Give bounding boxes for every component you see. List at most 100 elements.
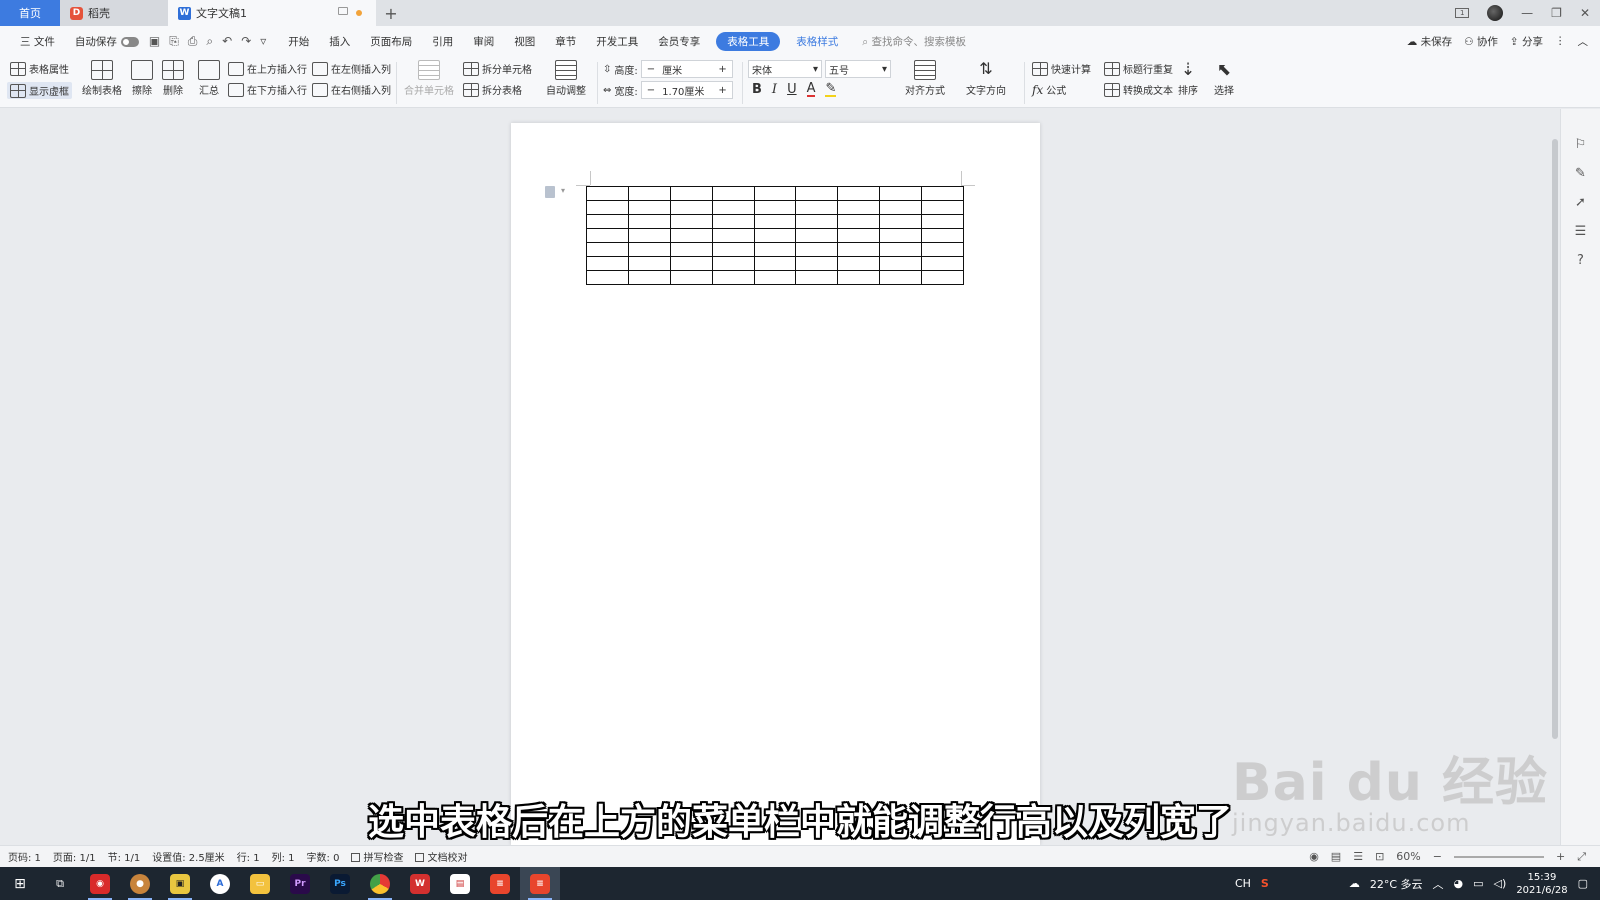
- save-icon[interactable]: ▣: [149, 34, 160, 49]
- preview-icon[interactable]: ⌕: [206, 34, 213, 49]
- tab-home[interactable]: 首页: [0, 0, 60, 26]
- table-cell[interactable]: [837, 214, 881, 229]
- menu-review[interactable]: 审阅: [463, 34, 504, 49]
- table-cell[interactable]: [711, 228, 755, 243]
- undo-icon[interactable]: ↶: [222, 34, 232, 49]
- table-cell[interactable]: [586, 256, 629, 271]
- table-cell[interactable]: [837, 242, 881, 257]
- taskbar-app[interactable]: ●: [120, 867, 160, 900]
- command-search[interactable]: ⌕ 查找命令、搜索模板: [848, 34, 966, 49]
- table-cell[interactable]: [753, 228, 797, 243]
- table-cell[interactable]: [795, 242, 839, 257]
- help-icon[interactable]: ?: [1577, 253, 1584, 268]
- table-cell[interactable]: [586, 214, 629, 229]
- taskbar-app[interactable]: ≡: [480, 867, 520, 900]
- web-view-icon[interactable]: ⊡: [1375, 850, 1384, 863]
- quick-calc-button[interactable]: 快速计算: [1032, 61, 1091, 76]
- table-cell[interactable]: [879, 200, 923, 215]
- table-cell[interactable]: [837, 228, 881, 243]
- table-cell[interactable]: [837, 186, 881, 201]
- table-cell[interactable]: [586, 200, 629, 215]
- redo-icon[interactable]: ↷: [241, 34, 251, 49]
- convert-to-text-button[interactable]: 转换成文本: [1104, 82, 1173, 97]
- table-cell[interactable]: [586, 228, 629, 243]
- table-cell[interactable]: [921, 270, 965, 285]
- table-cell[interactable]: [837, 200, 881, 215]
- menu-view[interactable]: 视图: [504, 34, 545, 49]
- menu-member[interactable]: 会员专享: [648, 34, 710, 49]
- avatar[interactable]: [1487, 5, 1504, 21]
- table-cell[interactable]: [711, 214, 755, 229]
- table-cell[interactable]: [586, 242, 629, 257]
- increase-icon[interactable]: +: [713, 64, 731, 75]
- autosave-toggle[interactable]: 自动保存: [65, 34, 149, 49]
- taskbar-app[interactable]: ▣: [160, 867, 200, 900]
- menu-chapter[interactable]: 章节: [545, 34, 586, 49]
- table-cell[interactable]: [669, 228, 713, 243]
- toggle-icon[interactable]: [120, 36, 139, 47]
- menu-insert[interactable]: 插入: [319, 34, 360, 49]
- table-cell[interactable]: [669, 242, 713, 257]
- table-cell[interactable]: [795, 186, 839, 201]
- chevron-down-icon[interactable]: ▾: [561, 186, 565, 195]
- underline-icon[interactable]: U: [787, 82, 797, 97]
- insert-right-button[interactable]: 在右侧插入列: [312, 82, 391, 97]
- table-cell[interactable]: [669, 186, 713, 201]
- draw-table-button[interactable]: 绘制表格: [82, 60, 122, 97]
- table-cell[interactable]: [627, 256, 671, 271]
- ime-indicator[interactable]: CH: [1235, 877, 1251, 890]
- taskbar-app[interactable]: Ps: [320, 867, 360, 900]
- table-cell[interactable]: [921, 214, 965, 229]
- eye-icon[interactable]: ◉: [1309, 850, 1319, 863]
- paragraph-icon[interactable]: [545, 186, 555, 198]
- table-cell[interactable]: [879, 256, 923, 271]
- file-menu[interactable]: 三 文件: [10, 34, 65, 49]
- network-icon[interactable]: ▭: [1473, 877, 1483, 890]
- outline-view-icon[interactable]: ☰: [1353, 850, 1363, 863]
- collaborate-button[interactable]: ⚇ 协作: [1464, 34, 1498, 49]
- start-button[interactable]: ⊞: [0, 867, 40, 900]
- restore-button[interactable]: ❐: [1551, 6, 1562, 20]
- tab-daoke[interactable]: D 稻壳: [60, 0, 168, 26]
- table-cell[interactable]: [711, 270, 755, 285]
- table-cell[interactable]: [879, 214, 923, 229]
- volume-icon[interactable]: ◁): [1494, 877, 1507, 890]
- chevron-up-icon[interactable]: ︿: [1433, 876, 1444, 892]
- status-words[interactable]: 字数: 0: [307, 849, 340, 864]
- font-name-select[interactable]: 宋体 ▾: [748, 60, 822, 78]
- table-cell[interactable]: [669, 200, 713, 215]
- taskbar-app[interactable]: ▭: [240, 867, 280, 900]
- split-table-button[interactable]: 拆分表格: [463, 82, 522, 97]
- taskbar-app[interactable]: A: [200, 867, 240, 900]
- taskbar-app-active[interactable]: ≡: [520, 867, 560, 900]
- decrease-icon[interactable]: −: [642, 85, 660, 96]
- menu-reference[interactable]: 引用: [422, 34, 463, 49]
- zoom-slider[interactable]: [1453, 855, 1544, 858]
- pointer-icon[interactable]: ➚: [1575, 195, 1586, 210]
- clock[interactable]: 15:39 2021/6/28: [1516, 871, 1567, 897]
- table-cell[interactable]: [627, 186, 671, 201]
- sogou-icon[interactable]: S: [1261, 877, 1269, 890]
- table-cell[interactable]: [753, 214, 797, 229]
- task-view-button[interactable]: ⧉: [40, 867, 80, 900]
- taskbar-app[interactable]: [360, 867, 400, 900]
- font-size-select[interactable]: 五号 ▾: [825, 60, 891, 78]
- sort-button[interactable]: ⇣ 排序: [1178, 60, 1198, 97]
- style-icon[interactable]: ⚐: [1575, 137, 1587, 152]
- unsaved-button[interactable]: ☁ 未保存: [1407, 34, 1452, 49]
- table-cell[interactable]: [879, 228, 923, 243]
- table-cell[interactable]: [711, 186, 755, 201]
- scroll-thumb[interactable]: [1552, 139, 1558, 739]
- highlight-icon[interactable]: ✎: [825, 82, 837, 97]
- spell-check-button[interactable]: 拼写检查: [351, 849, 403, 864]
- merge-cells-button[interactable]: 合并单元格: [404, 60, 454, 97]
- vertical-scrollbar[interactable]: [1550, 109, 1560, 845]
- notification-icon[interactable]: ▢: [1578, 877, 1588, 890]
- italic-icon[interactable]: I: [772, 82, 777, 97]
- table-cell[interactable]: [627, 214, 671, 229]
- decrease-icon[interactable]: −: [642, 64, 660, 75]
- monitor-icon[interactable]: [338, 7, 348, 15]
- repeat-header-button[interactable]: 标题行重复: [1104, 61, 1173, 76]
- table-cell[interactable]: [711, 256, 755, 271]
- show-gridlines-button[interactable]: 显示虚框: [7, 82, 72, 99]
